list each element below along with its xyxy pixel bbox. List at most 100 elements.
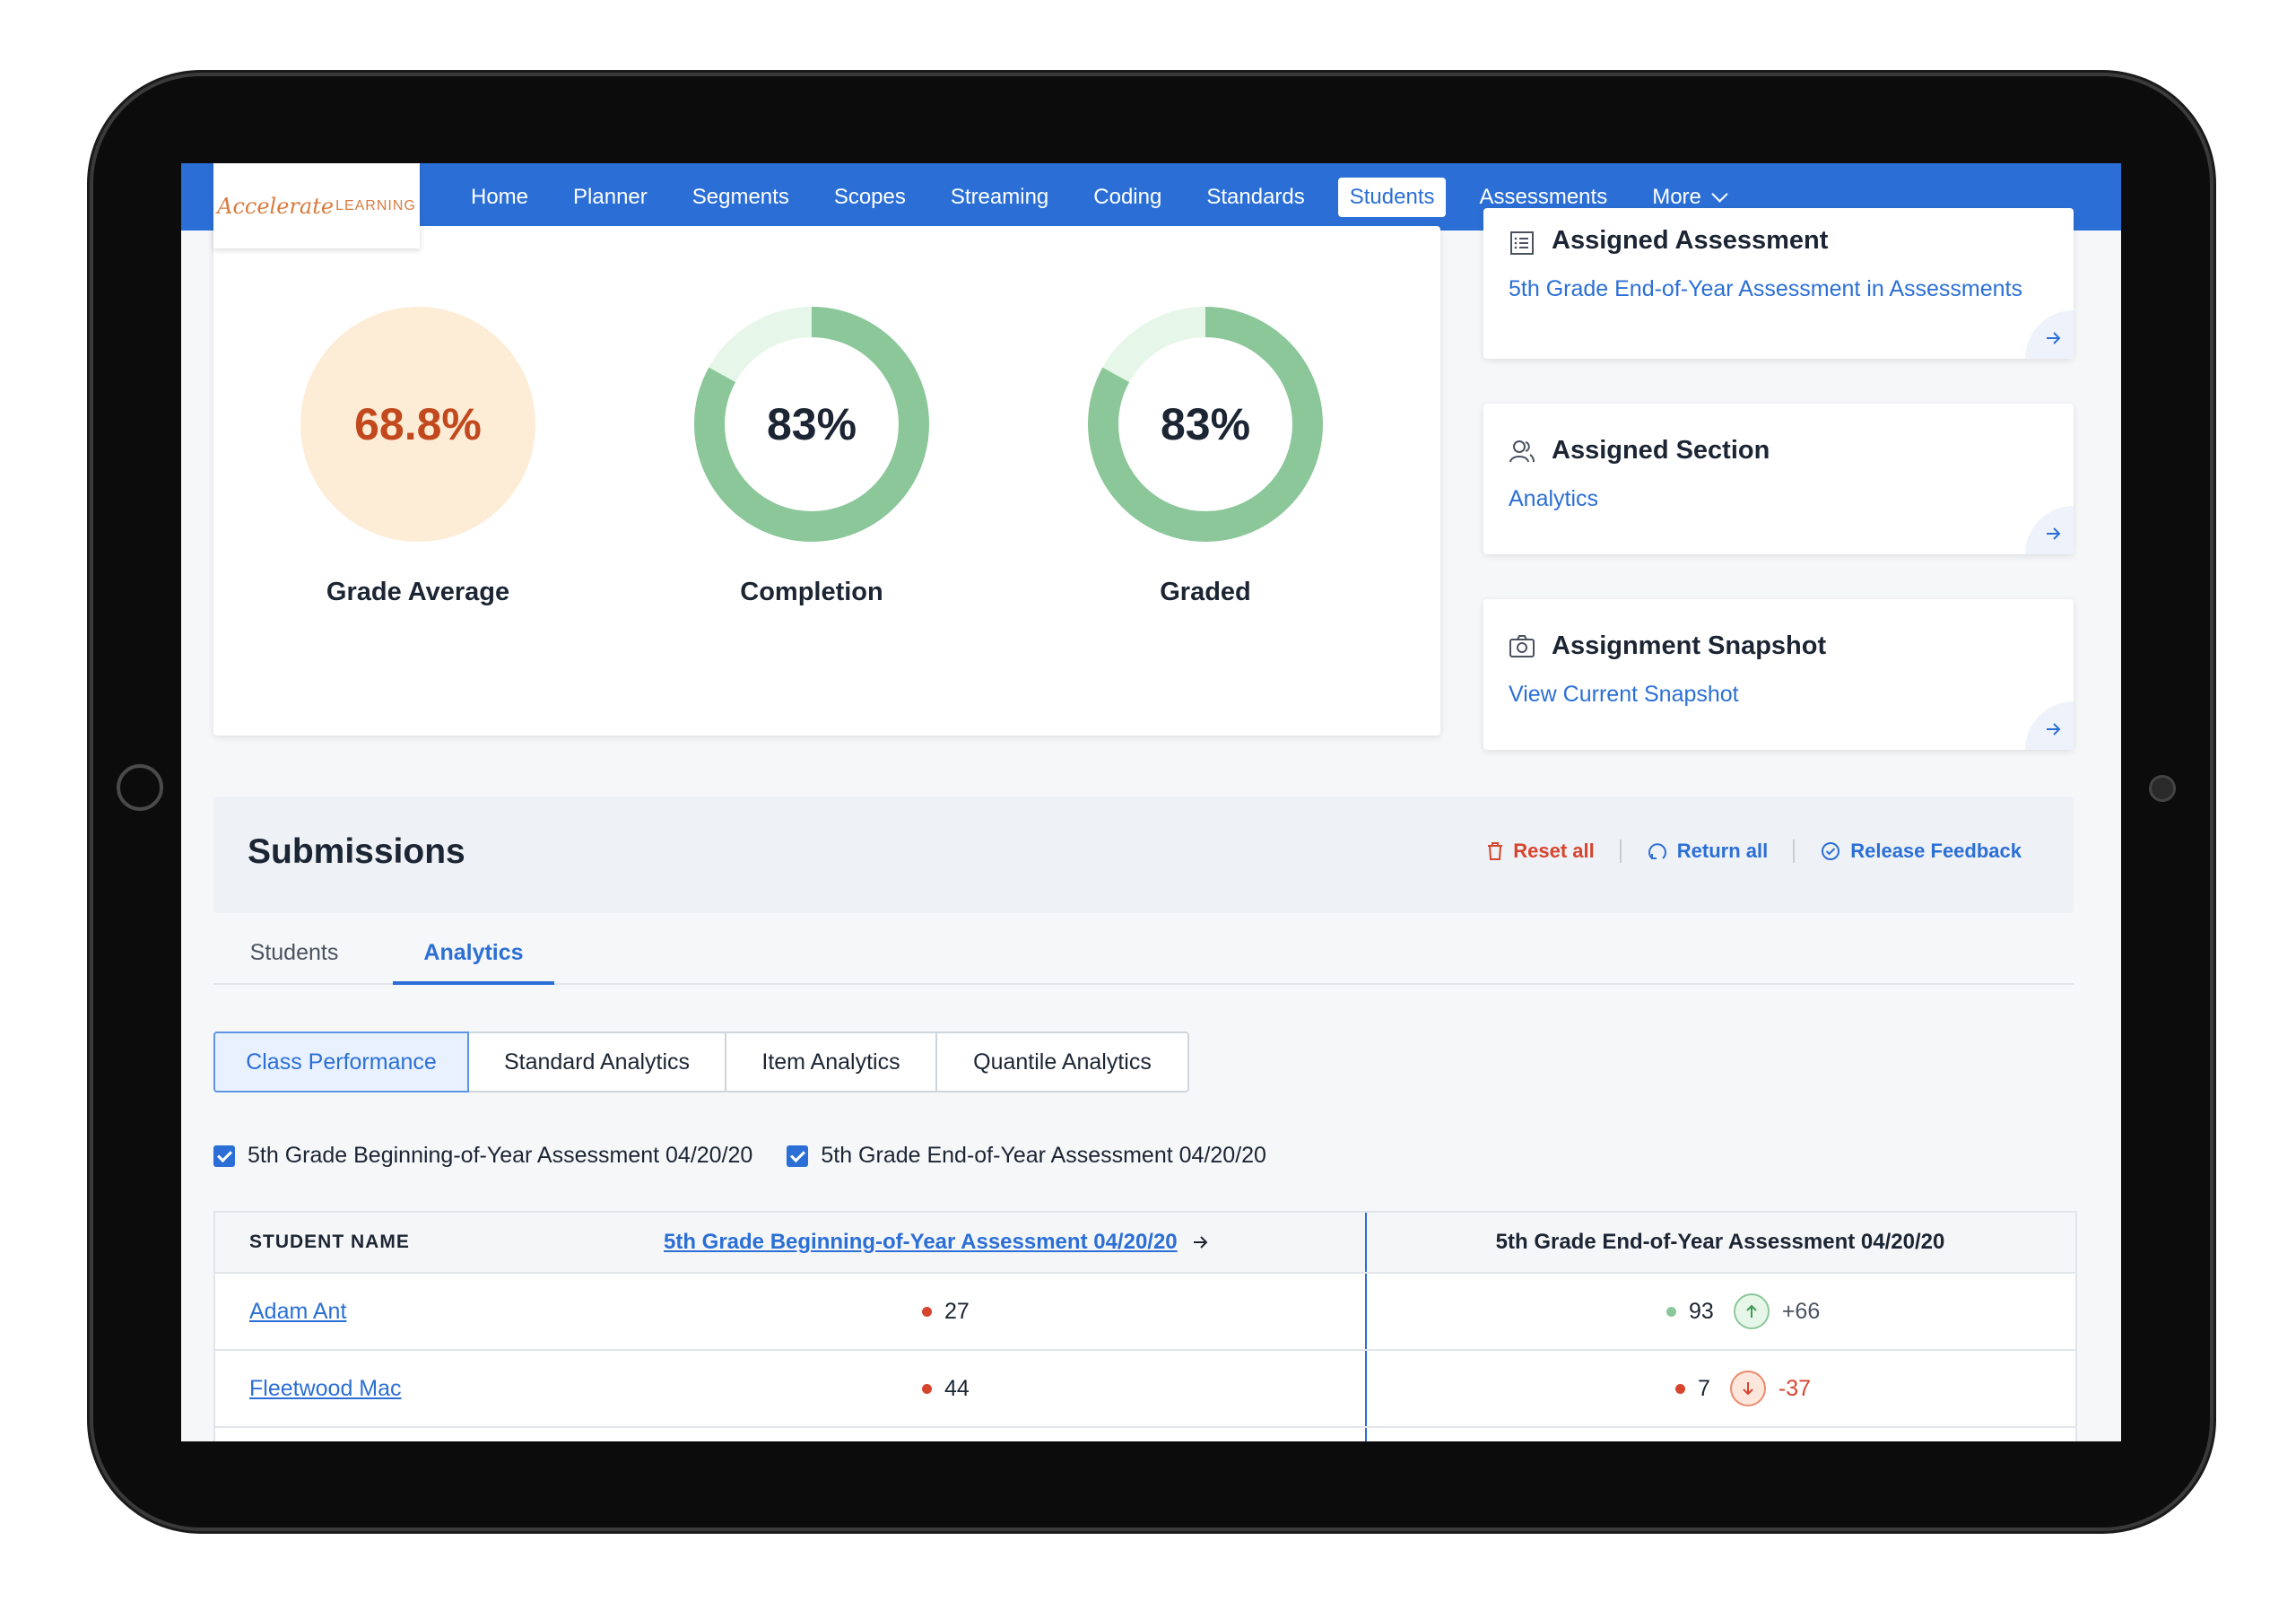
- graded-label: Graded: [1160, 578, 1251, 606]
- nav-students[interactable]: Students: [1337, 177, 1447, 217]
- release-feedback-button[interactable]: Release Feedback: [1820, 840, 2022, 863]
- camera-icon: [1509, 635, 1535, 657]
- table-row: Fleetwood Mac 44 7 -37: [215, 1351, 2075, 1428]
- arrow-down-icon: [1729, 1371, 1766, 1406]
- header-eoy-assessment: 5th Grade End-of-Year Assessment 04/20/2…: [1495, 1230, 1945, 1254]
- assigned-section-arrow[interactable]: [2025, 506, 2074, 554]
- assignment-snapshot-link[interactable]: View Current Snapshot: [1509, 682, 1739, 708]
- score-dot: [922, 1306, 932, 1317]
- grade-average-value: 68.8%: [354, 399, 482, 449]
- nav-scopes[interactable]: Scopes: [822, 178, 918, 217]
- stat-grade-average: 68.8% Grade Average: [283, 307, 552, 607]
- header-student-name: STUDENT NAME: [249, 1232, 410, 1252]
- reset-all-button[interactable]: Reset all: [1486, 840, 1595, 863]
- stat-graded: 83% Graded: [1071, 307, 1340, 607]
- table-row: Adam Ant 27 93 +66: [215, 1274, 2075, 1351]
- assignment-snapshot-title: Assignment Snapshot: [1552, 631, 1827, 660]
- completion-ring: 83%: [694, 307, 929, 542]
- arrow-right-icon: [2047, 723, 2061, 736]
- divider: [1793, 840, 1796, 863]
- boy-score: 27: [922, 1274, 970, 1349]
- assigned-assessment-arrow[interactable]: [2025, 310, 2074, 359]
- assignment-snapshot-arrow[interactable]: [2025, 701, 2074, 750]
- assessment-filters: 5th Grade Beginning-of-Year Assessment 0…: [213, 1143, 1266, 1169]
- graded-value: 83%: [1160, 399, 1251, 449]
- score-dot: [922, 1383, 932, 1394]
- assigned-section-card[interactable]: Assigned Section Analytics: [1483, 404, 2074, 554]
- assignment-snapshot-card[interactable]: Assignment Snapshot View Current Snapsho…: [1483, 599, 2074, 750]
- camera-dot: [2149, 775, 2176, 802]
- nav-streaming[interactable]: Streaming: [939, 178, 1060, 217]
- grade-average-circle: 68.8%: [300, 307, 535, 542]
- stats-card: 68.8% Grade Average 83% Completion 83% G…: [213, 226, 1440, 736]
- score-dot: [1666, 1306, 1676, 1317]
- boy-score-value: 27: [944, 1298, 970, 1324]
- logo-script: Accelerate: [217, 193, 335, 219]
- assigned-assessment-card[interactable]: Assigned Assessment 5th Grade End-of-Yea…: [1483, 208, 2074, 359]
- segment-quantile-analytics[interactable]: Quantile Analytics: [935, 1031, 1189, 1092]
- divider: [1619, 840, 1622, 863]
- boy-checkbox[interactable]: [213, 1145, 235, 1167]
- nav-more-label: More: [1652, 184, 1701, 209]
- column-divider: [1365, 1274, 1367, 1349]
- assigned-section-title: Assigned Section: [1552, 436, 1770, 465]
- boy-score: 44: [922, 1351, 970, 1426]
- class-performance-table: STUDENT NAME 5th Grade Beginning-of-Year…: [213, 1211, 2077, 1441]
- eoy-score-value: 7: [1698, 1375, 1710, 1401]
- eoy-filter-label: 5th Grade End-of-Year Assessment 04/20/2…: [821, 1143, 1266, 1168]
- logo-caps: LEARNING: [335, 197, 416, 213]
- score-change: +66: [1781, 1298, 1821, 1324]
- eoy-score-value: 93: [1689, 1298, 1714, 1324]
- users-icon: [1509, 440, 1535, 463]
- submissions-actions: Reset all Return all Release Feedback: [1486, 840, 2022, 863]
- arrow-up-icon: [1733, 1293, 1770, 1329]
- app-screen: Home Planner Segments Scopes Streaming C…: [181, 163, 2121, 1441]
- table-header-row: STUDENT NAME 5th Grade Beginning-of-Year…: [215, 1213, 2075, 1274]
- eoy-score: 93 +66: [1666, 1274, 1820, 1349]
- graded-ring: 83%: [1088, 307, 1323, 542]
- return-all-button[interactable]: Return all: [1647, 840, 1768, 863]
- chevron-down-icon: [1711, 185, 1728, 203]
- assigned-assessment-title: Assigned Assessment: [1552, 226, 1829, 255]
- arrow-right-icon: [2047, 332, 2061, 344]
- arrow-right-icon: [1193, 1236, 1208, 1249]
- release-feedback-label: Release Feedback: [1850, 840, 2022, 862]
- eoy-score: 7 -37: [1675, 1351, 1811, 1426]
- check-circle-icon: [1822, 842, 1840, 860]
- eoy-checkbox[interactable]: [787, 1145, 809, 1167]
- column-divider: [1365, 1428, 1367, 1441]
- nav-standards[interactable]: Standards: [1195, 178, 1316, 217]
- arrow-right-icon: [2047, 527, 2061, 540]
- assigned-assessment-link[interactable]: 5th Grade End-of-Year Assessment in Asse…: [1509, 276, 2022, 302]
- score-change: -37: [1778, 1375, 1812, 1401]
- column-divider: [1365, 1351, 1367, 1426]
- tab-students[interactable]: Students: [231, 924, 357, 981]
- segment-class-performance[interactable]: Class Performance: [213, 1031, 469, 1092]
- submissions-title: Submissions: [248, 832, 465, 871]
- table-row-partial: [215, 1428, 2075, 1441]
- nav-segments[interactable]: Segments: [681, 178, 801, 217]
- boy-filter-label: 5th Grade Beginning-of-Year Assessment 0…: [248, 1143, 753, 1168]
- submissions-header: Submissions Reset all Return all Release…: [213, 796, 2074, 913]
- return-all-label: Return all: [1676, 840, 1769, 862]
- stat-completion: 83% Completion: [677, 307, 946, 607]
- nav-planner[interactable]: Planner: [561, 178, 659, 217]
- nav-home[interactable]: Home: [459, 178, 540, 217]
- segment-standard-analytics[interactable]: Standard Analytics: [467, 1031, 726, 1092]
- student-name-link[interactable]: Adam Ant: [249, 1274, 346, 1349]
- tab-analytics[interactable]: Analytics: [393, 924, 554, 985]
- nav-coding[interactable]: Coding: [1082, 178, 1173, 217]
- header-boy-assessment[interactable]: 5th Grade Beginning-of-Year Assessment 0…: [664, 1213, 1210, 1272]
- score-dot: [1675, 1383, 1685, 1394]
- assigned-section-link[interactable]: Analytics: [1509, 486, 1598, 512]
- boy-score-value: 44: [944, 1375, 970, 1401]
- return-icon: [1648, 843, 1666, 859]
- segment-item-analytics[interactable]: Item Analytics: [725, 1031, 937, 1092]
- completion-value: 83%: [766, 399, 857, 449]
- logo[interactable]: Accelerate LEARNING: [213, 163, 420, 248]
- header-boy-label: 5th Grade Beginning-of-Year Assessment 0…: [664, 1230, 1178, 1254]
- analytics-segments: Class Performance Standard Analytics Ite…: [213, 1031, 1189, 1092]
- home-button: [117, 764, 163, 811]
- student-name-link[interactable]: Fleetwood Mac: [249, 1351, 402, 1426]
- submission-tabs: Students Analytics: [213, 924, 2074, 985]
